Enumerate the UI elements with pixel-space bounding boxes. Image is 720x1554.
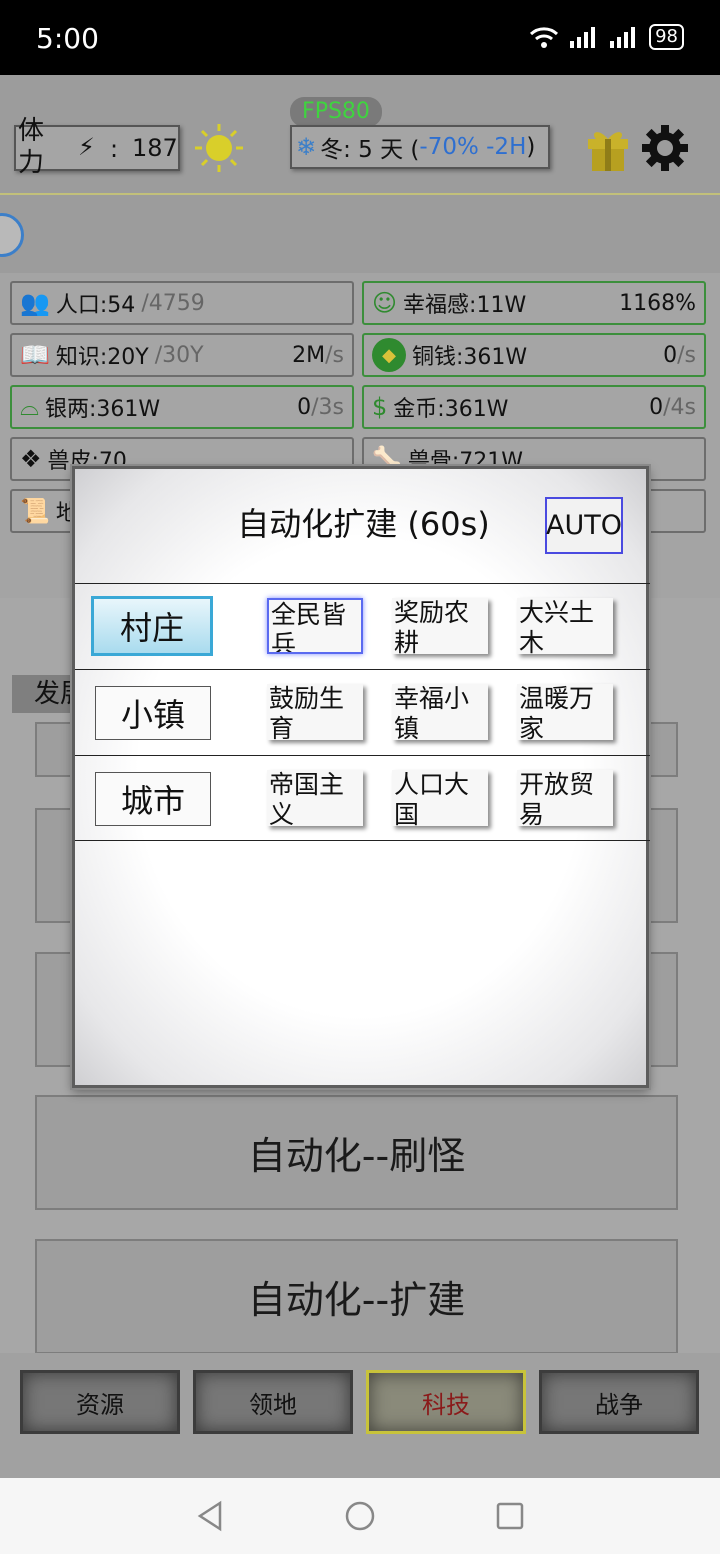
- clock: 5:00: [36, 22, 99, 55]
- system-nav-bar: [0, 1478, 720, 1554]
- season-text: 冬: 5 天 (: [320, 137, 420, 163]
- resource-gold: $ 金币:361W 0/4s: [362, 385, 706, 429]
- season-modifier: -70% -2H: [419, 134, 527, 160]
- scroll-icon: 📜: [20, 497, 50, 525]
- battery-indicator: 98: [649, 24, 684, 50]
- stamina-sep: :: [110, 135, 119, 163]
- option-button[interactable]: 帝国主义: [267, 770, 363, 826]
- resource-rate-unit: /4s: [663, 394, 696, 420]
- resource-label: 知识:20Y: [55, 345, 149, 370]
- divider: [0, 193, 720, 195]
- resource-rate-unit: /3s: [311, 394, 344, 420]
- option-button[interactable]: 大兴土木: [517, 598, 613, 654]
- resource-label: 幸福感:11W: [403, 293, 527, 318]
- gear-icon[interactable]: [640, 123, 690, 173]
- auto-fight-button[interactable]: 自动化--刷怪: [35, 1095, 678, 1210]
- status-bar: 5:00 98: [0, 0, 720, 75]
- option-button[interactable]: 鼓励生育: [267, 684, 363, 740]
- gift-icon[interactable]: [584, 123, 632, 173]
- tier-town[interactable]: 小镇: [95, 686, 211, 740]
- sun-icon: [195, 124, 243, 172]
- fps-counter: FPS80: [290, 97, 382, 127]
- resource-sub: /30Y: [154, 342, 204, 368]
- auto-button[interactable]: AUTO: [545, 497, 623, 554]
- option-button[interactable]: 全民皆兵: [267, 598, 363, 654]
- option-button[interactable]: 幸福小镇: [392, 684, 488, 740]
- nav-territory[interactable]: 领地: [193, 1370, 353, 1434]
- auto-build-dialog: 自动化扩建 (60s) AUTO 村庄 全民皆兵 奖励农耕 大兴土木 小镇 鼓励…: [72, 466, 650, 1088]
- back-icon[interactable]: [196, 1500, 224, 1532]
- signal-icon-2: [610, 27, 636, 48]
- season-box: ❄ 冬: 5 天 (-70% -2H): [290, 125, 550, 169]
- nav-war[interactable]: 战争: [539, 1370, 699, 1434]
- stamina-box: 体力 ⚡ : 187: [14, 116, 180, 178]
- wifi-icon: [530, 27, 559, 48]
- resource-rate: 1168%: [619, 290, 696, 316]
- signal-icon: [570, 27, 596, 48]
- resource-knowledge: 📖 知识:20Y/30Y 2M/s: [10, 333, 354, 377]
- resource-rate: 0: [297, 394, 312, 420]
- resource-rate-unit: /s: [325, 342, 344, 368]
- tier-row-village: 村庄 全民皆兵 奖励农耕 大兴土木: [75, 583, 650, 669]
- people-icon: 👥: [20, 289, 50, 317]
- option-button[interactable]: 人口大国: [392, 770, 488, 826]
- resource-sub: /4759: [141, 290, 205, 316]
- resource-copper: ◆ 铜钱:361W 0/s: [362, 333, 706, 377]
- resource-silver: ⌓ 银两:361W 0/3s: [10, 385, 354, 429]
- smile-icon: ☺: [372, 289, 398, 317]
- ingot-icon: ⌓: [20, 393, 39, 421]
- stamina-label: 体力: [18, 116, 45, 178]
- option-button[interactable]: 温暖万家: [517, 684, 613, 740]
- stamina-value: 187: [132, 134, 178, 162]
- recents-icon[interactable]: [496, 1502, 524, 1530]
- resource-label: 人口:54: [55, 293, 136, 318]
- resource-label: 银两:361W: [44, 397, 161, 422]
- sleep-badge[interactable]: [0, 213, 24, 257]
- hide-icon: ❖: [20, 445, 42, 473]
- resource-label: 金币:361W: [393, 397, 509, 422]
- resource-rate: 0: [663, 342, 678, 368]
- nav-technology[interactable]: 科技: [366, 1370, 526, 1434]
- tier-city[interactable]: 城市: [95, 772, 211, 826]
- lightning-icon: ⚡: [78, 133, 95, 161]
- home-icon[interactable]: [344, 1500, 376, 1532]
- option-button[interactable]: 奖励农耕: [392, 598, 488, 654]
- resource-label: 铜钱:361W: [412, 345, 528, 370]
- snowflake-icon: ❄: [296, 133, 317, 161]
- season-close: ): [526, 134, 536, 160]
- resource-rate-unit: /s: [677, 342, 696, 368]
- auto-build-button[interactable]: 自动化--扩建: [35, 1239, 678, 1354]
- gold-coin-icon: $: [372, 393, 388, 421]
- top-bar: 体力 ⚡ : 187 FPS80 ❄ 冬: 5 天 (-70% -2H): [0, 75, 720, 273]
- tier-village[interactable]: 村庄: [91, 596, 213, 656]
- resource-population: 👥 人口:54/4759: [10, 281, 354, 325]
- status-icons: 98: [529, 24, 684, 50]
- book-icon: 📖: [20, 341, 50, 369]
- nav-resources[interactable]: 资源: [20, 1370, 180, 1434]
- resource-happiness: ☺ 幸福感:11W 1168%: [362, 281, 706, 325]
- option-button[interactable]: 开放贸易: [517, 770, 613, 826]
- tier-row-town: 小镇 鼓励生育 幸福小镇 温暖万家: [75, 669, 650, 755]
- resource-rate: 2M: [292, 342, 326, 368]
- bottom-nav: 资源 领地 科技 战争: [0, 1353, 720, 1478]
- resource-rate: 0: [649, 394, 664, 420]
- tier-row-city: 城市 帝国主义 人口大国 开放贸易: [75, 755, 650, 841]
- coin-icon: ◆: [372, 338, 406, 372]
